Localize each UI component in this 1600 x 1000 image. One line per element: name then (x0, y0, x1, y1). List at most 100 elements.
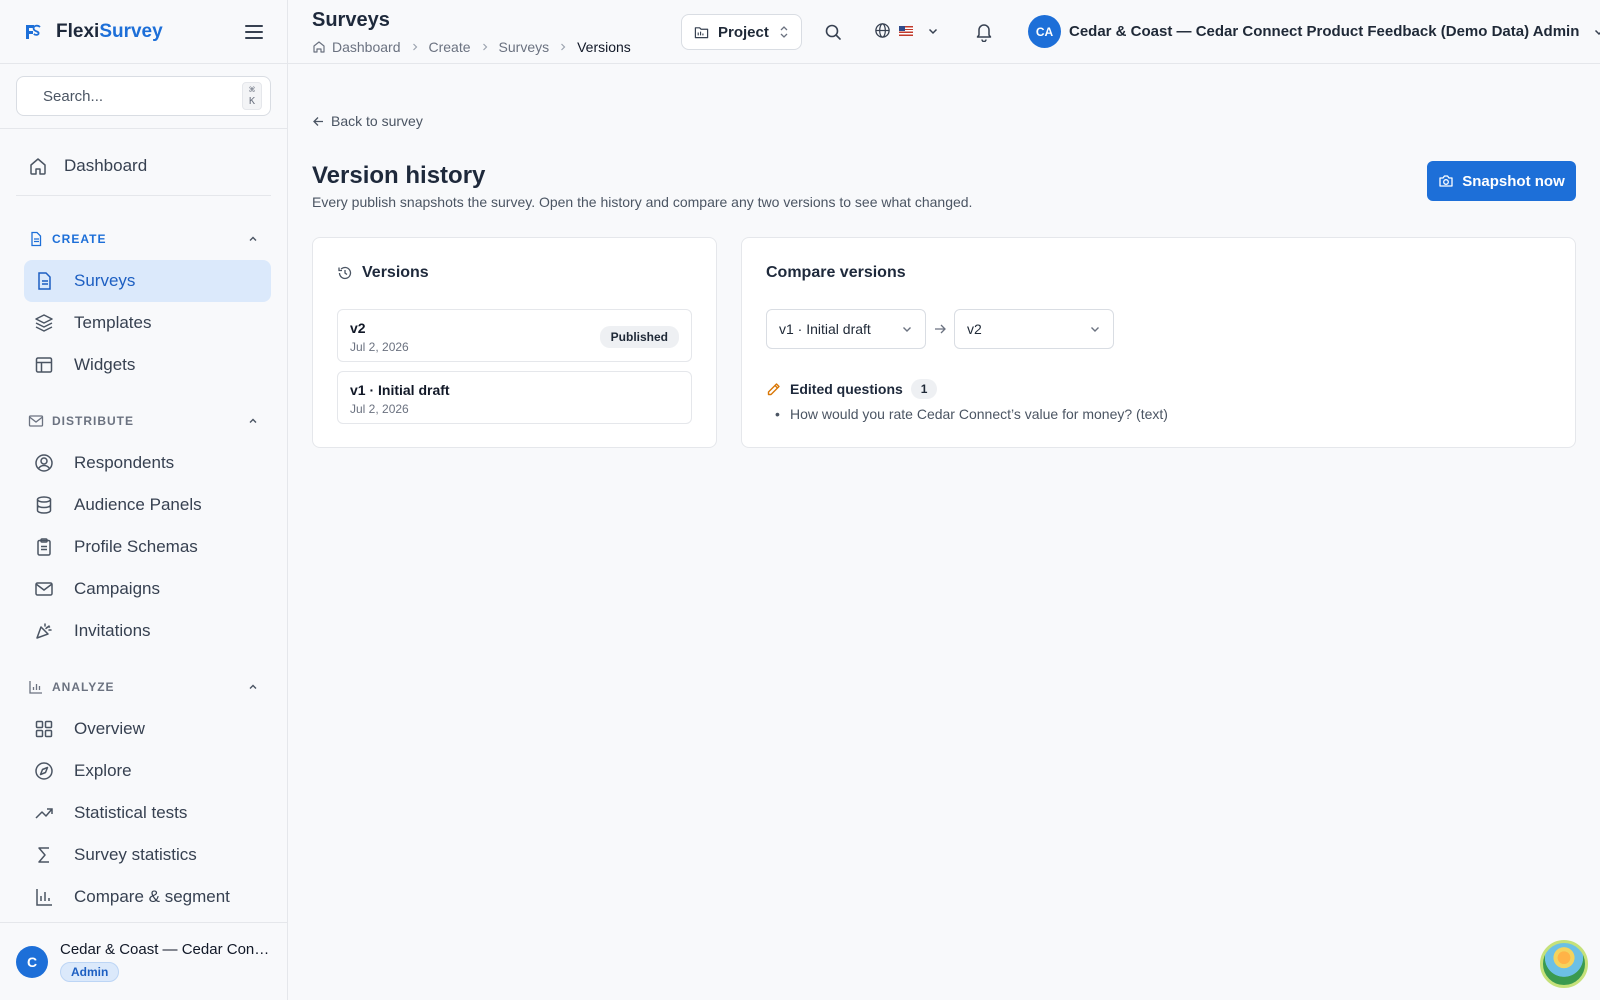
language-selector[interactable] (874, 22, 939, 39)
sidebar-item-overview[interactable]: Overview (24, 708, 271, 750)
breadcrumb-surveys[interactable]: Surveys (499, 39, 550, 55)
sidebar-item-label: Invitations (74, 621, 151, 640)
compare-from-value: v1 · Initial draft (779, 321, 871, 337)
edited-questions-label: Edited questions (790, 381, 903, 397)
compare-from-select[interactable]: v1 · Initial draft (766, 309, 926, 349)
chevron-up-icon (249, 684, 257, 689)
snapshot-label: Snapshot now (1462, 172, 1565, 190)
compare-to-select[interactable]: v2 (954, 309, 1114, 349)
chevron-right-icon (412, 43, 417, 51)
published-badge: Published (599, 326, 679, 348)
chevron-right-icon (482, 43, 487, 51)
sidebar-item-surveys[interactable]: Surveys (24, 260, 271, 302)
sidebar-account[interactable]: C Cedar & Coast — Cedar Connect Product … (0, 922, 287, 1000)
breadcrumb-create[interactable]: Create (429, 39, 471, 55)
layout-icon (35, 357, 53, 373)
sidebar-item-audience-panels[interactable]: Audience Panels (24, 484, 271, 526)
brand: FlexiSurvey (0, 0, 287, 64)
sidebar-item-widgets[interactable]: Widgets (24, 344, 271, 386)
compare-to-value: v2 (967, 321, 982, 337)
versions-card-title: Versions (337, 264, 429, 282)
chevron-up-icon (249, 418, 257, 423)
sigma-icon (38, 847, 49, 863)
flexisurvey-logo-icon (26, 24, 41, 39)
home-icon (313, 41, 325, 53)
list-item: How would you rate Cedar Connect’s value… (775, 406, 1168, 422)
breadcrumb-dashboard[interactable]: Dashboard (332, 39, 401, 55)
sidebar-item-label: Templates (74, 313, 152, 332)
globe-icon (875, 23, 890, 38)
bar-chart-icon (29, 681, 42, 694)
mail-icon (28, 415, 44, 427)
search-box[interactable]: ⌘ K (16, 76, 271, 116)
back-label: Back to survey (331, 113, 423, 129)
search-icon[interactable] (824, 23, 842, 41)
sidebar-item-compare-segment[interactable]: Compare & segment (24, 876, 271, 918)
project-selector[interactable]: Project (681, 14, 802, 50)
chevron-right-icon (561, 43, 566, 51)
arrow-right-icon (935, 324, 946, 334)
sidebar-item-label: Surveys (74, 271, 136, 290)
sidebar-item-campaigns[interactable]: Campaigns (24, 568, 271, 610)
sidebar-item-label: Respondents (74, 453, 175, 472)
sidebar-item-statistical-tests[interactable]: Statistical tests (24, 792, 271, 834)
user-menu[interactable]: CA Cedar & Coast — Cedar Connect Product… (1028, 15, 1600, 48)
bell-icon[interactable] (974, 21, 994, 42)
search-shortcut: ⌘ K (242, 82, 263, 110)
sidebar-item-templates[interactable]: Templates (24, 302, 271, 344)
database-icon (36, 496, 52, 514)
version-name: v1 · Initial draft (350, 382, 450, 398)
layers-icon (35, 314, 53, 332)
section-header-analyze[interactable]: ANALYZE (24, 666, 271, 708)
sidebar-section-create: CREATE Surveys Templates Widgets DISTRIB… (0, 196, 287, 918)
grid-icon (35, 720, 53, 738)
version-history-title: Version history (312, 162, 486, 189)
sidebar-item-explore[interactable]: Explore (24, 750, 271, 792)
edited-questions-list: How would you rate Cedar Connect’s value… (775, 406, 1168, 422)
sidebar-item-survey-statistics[interactable]: Survey statistics (24, 834, 271, 876)
mail-icon (35, 582, 53, 596)
sidebar-item-label: Campaigns (74, 579, 160, 598)
arrow-left-icon (313, 116, 323, 126)
sidebar-item-respondents[interactable]: Respondents (24, 442, 271, 484)
bar-chart-icon (36, 889, 52, 906)
sidebar-item-label: Dashboard (64, 156, 148, 175)
sidebar-toggle-button[interactable] (245, 24, 263, 39)
snapshot-now-button[interactable]: Snapshot now (1427, 161, 1576, 201)
sidebar-item-label: Audience Panels (74, 495, 202, 514)
sidebar-nav: Dashboard (0, 129, 287, 195)
sidebar-item-label: Survey statistics (74, 845, 197, 864)
sidebar-search: ⌘ K (0, 64, 287, 129)
document-icon (31, 231, 42, 247)
project-label: Project (718, 23, 769, 41)
sidebar-item-dashboard[interactable]: Dashboard (16, 137, 271, 195)
version-row-v1[interactable]: v1 · Initial draft Jul 2, 2026 (337, 371, 692, 424)
search-input[interactable] (43, 87, 242, 105)
brand-name: FlexiSurvey (56, 21, 163, 43)
compare-versions-card: Compare versions v1 · Initial draft v2 E… (741, 237, 1576, 448)
section-label: DISTRIBUTE (52, 414, 134, 428)
sidebar-item-invitations[interactable]: Invitations (24, 610, 271, 652)
section-header-distribute[interactable]: DISTRIBUTE (24, 400, 271, 442)
chevron-down-icon (1595, 29, 1600, 35)
role-badge: Admin (60, 962, 120, 982)
versions-card: Versions v2 Jul 2, 2026 Published v1 · I… (312, 237, 717, 448)
back-to-survey-link[interactable]: Back to survey (312, 113, 423, 129)
version-row-v2[interactable]: v2 Jul 2, 2026 Published (337, 309, 692, 362)
home-icon (30, 158, 46, 175)
help-orb-icon[interactable] (1540, 940, 1588, 988)
topbar: Surveys Dashboard Create Surveys Version… (288, 0, 1600, 64)
camera-icon (1439, 175, 1453, 187)
sidebar-item-label: Compare & segment (74, 887, 230, 906)
folder-icon (694, 26, 709, 38)
compare-card-title: Compare versions (766, 264, 906, 281)
avatar: CA (1028, 15, 1061, 48)
pencil-icon (767, 382, 780, 395)
clipboard-icon (37, 538, 51, 556)
sidebar-item-profile-schemas[interactable]: Profile Schemas (24, 526, 271, 568)
sidebar-item-label: Profile Schemas (74, 537, 198, 556)
section-header-create[interactable]: CREATE (24, 218, 271, 260)
account-info: Cedar & Coast — Cedar Connect Product Fe… (60, 941, 270, 982)
chevron-down-icon (928, 28, 938, 34)
edited-count-badge: 1 (910, 379, 938, 399)
